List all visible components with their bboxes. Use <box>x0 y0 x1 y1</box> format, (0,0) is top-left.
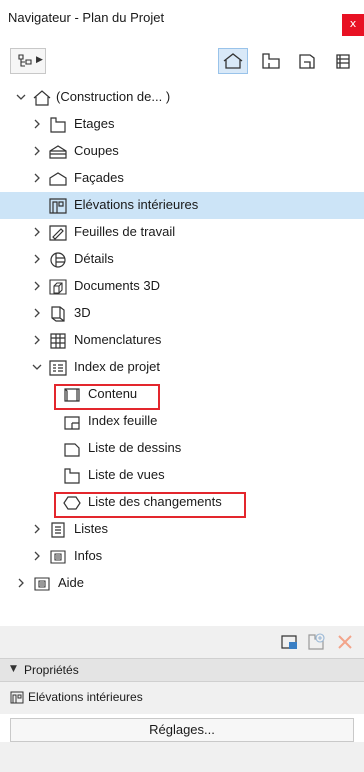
view-map-mode-button[interactable] <box>256 48 286 74</box>
facade-icon <box>48 169 68 188</box>
tree-item-listes[interactable]: Listes <box>0 516 364 543</box>
tree-item-construction[interactable]: (Construction de... ) <box>0 84 364 111</box>
tree-item-elevations-interieures[interactable]: Elévations intérieures <box>0 192 364 219</box>
floor-icon <box>48 115 68 134</box>
floor-plan-icon <box>262 53 280 69</box>
tree-item-label: Feuilles de travail <box>74 224 176 239</box>
tree-item-liste-de-vues[interactable]: Liste de vues <box>0 462 364 489</box>
house-icon <box>223 53 243 69</box>
tree-item-infos[interactable]: Infos <box>0 543 364 570</box>
help-icon <box>32 574 52 593</box>
tree-item-label: Nomenclatures <box>74 332 162 347</box>
tree-item-3d[interactable]: 3D <box>0 300 364 327</box>
delete-button[interactable] <box>334 632 356 652</box>
tree-item-label: Listes <box>74 521 108 536</box>
chevron-down-icon[interactable] <box>16 92 26 102</box>
schedule-icon <box>48 331 68 350</box>
house-icon <box>32 88 52 107</box>
interior-elevation-icon <box>10 691 24 707</box>
tree-item-label: Liste de dessins <box>88 440 182 455</box>
chevron-right-icon[interactable] <box>32 281 42 291</box>
chevron-right-icon[interactable] <box>32 254 42 264</box>
delete-icon <box>338 635 352 649</box>
tree-item-label: Documents 3D <box>74 278 160 293</box>
new-view-icon <box>308 633 325 650</box>
cube-3d-icon <box>48 304 68 323</box>
worksheet-icon <box>48 223 68 242</box>
new-view-button[interactable] <box>306 632 328 652</box>
info-icon <box>48 547 68 566</box>
publisher-sets-icon <box>336 54 350 69</box>
properties-item: Elévations intérieures <box>0 682 364 714</box>
tree-item-label: Liste de vues <box>88 467 165 482</box>
tree-item-label: Index de projet <box>74 359 161 374</box>
chevron-right-icon[interactable] <box>32 551 42 561</box>
highlight-box-liste-des-changements <box>54 492 246 518</box>
collapse-triangle-icon[interactable]: ▼ <box>10 664 17 674</box>
chevron-right-icon[interactable] <box>32 308 42 318</box>
properties-header[interactable]: ▼ Propriétés <box>0 658 364 682</box>
tree-item-label: Index feuille <box>88 413 158 428</box>
tree-item-aide[interactable]: Aide <box>0 570 364 597</box>
settings-button[interactable]: Réglages... <box>10 718 354 742</box>
navigator-bottom-tools <box>0 626 364 658</box>
interior-elevation-icon <box>48 196 68 215</box>
chevron-right-icon[interactable] <box>16 578 26 588</box>
properties-item-label: Elévations intérieures <box>28 690 143 704</box>
highlight-box-contenu <box>54 384 160 410</box>
tree-item-label: Etages <box>74 116 115 131</box>
tree-item-label: Aide <box>58 575 85 590</box>
window-title: Navigateur - Plan du Projet <box>8 10 165 25</box>
project-tree: (Construction de... ) Etages Coupes Faça… <box>0 84 364 626</box>
lists-icon <box>48 520 68 539</box>
layout-book-mode-button[interactable] <box>292 48 322 74</box>
tree-item-label: Détails <box>74 251 114 266</box>
tree-item-nomenclatures[interactable]: Nomenclatures <box>0 327 364 354</box>
view-list-icon <box>62 466 82 485</box>
tree-structure-button[interactable]: ▶ <box>10 48 46 74</box>
close-button[interactable]: x <box>342 14 364 36</box>
section-icon <box>48 142 68 161</box>
tree-item-liste-de-dessins[interactable]: Liste de dessins <box>0 435 364 462</box>
new-layout-icon <box>281 635 297 649</box>
tree-item-coupes[interactable]: Coupes <box>0 138 364 165</box>
tree-item-label: Coupes <box>74 143 119 158</box>
chevron-down-icon[interactable] <box>32 362 42 372</box>
tree-item-label: 3D <box>74 305 91 320</box>
tree-item-etages[interactable]: Etages <box>0 111 364 138</box>
tree-item-details[interactable]: Détails <box>0 246 364 273</box>
tree-item-index-feuille[interactable]: Index feuille <box>0 408 364 435</box>
chevron-right-icon[interactable] <box>32 524 42 534</box>
chevron-right-icon[interactable] <box>32 227 42 237</box>
tree-item-label: Infos <box>74 548 103 563</box>
tree-item-index-de-projet[interactable]: Index de projet <box>0 354 364 381</box>
project-map-mode-button[interactable] <box>218 48 248 74</box>
tree-structure-icon <box>18 54 32 67</box>
chevron-right-icon[interactable] <box>32 335 42 345</box>
chevron-right-icon[interactable] <box>32 173 42 183</box>
layout-book-icon <box>299 54 315 69</box>
dropdown-arrow-icon: ▶ <box>36 55 43 65</box>
publisher-sets-mode-button[interactable] <box>328 48 358 74</box>
navigator-toolbar: ▶ <box>0 42 364 80</box>
tree-item-documents-3d[interactable]: Documents 3D <box>0 273 364 300</box>
tree-item-label: (Construction de... ) <box>56 89 171 104</box>
new-layout-button[interactable] <box>278 632 300 652</box>
sheet-index-icon <box>62 412 82 431</box>
tree-item-feuilles-de-travail[interactable]: Feuilles de travail <box>0 219 364 246</box>
properties-title: Propriétés <box>24 663 79 677</box>
tree-item-facades[interactable]: Façades <box>0 165 364 192</box>
document-3d-icon <box>48 277 68 296</box>
title-bar: Navigateur - Plan du Projet x <box>0 0 364 36</box>
project-index-icon <box>48 358 68 377</box>
chevron-right-icon[interactable] <box>32 119 42 129</box>
tree-item-label: Façades <box>74 170 124 185</box>
drawing-list-icon <box>62 439 82 458</box>
chevron-right-icon[interactable] <box>32 146 42 156</box>
tree-item-label: Elévations intérieures <box>74 197 199 212</box>
detail-icon <box>48 250 68 269</box>
close-icon: x <box>349 17 357 30</box>
panel-footer <box>0 742 364 772</box>
